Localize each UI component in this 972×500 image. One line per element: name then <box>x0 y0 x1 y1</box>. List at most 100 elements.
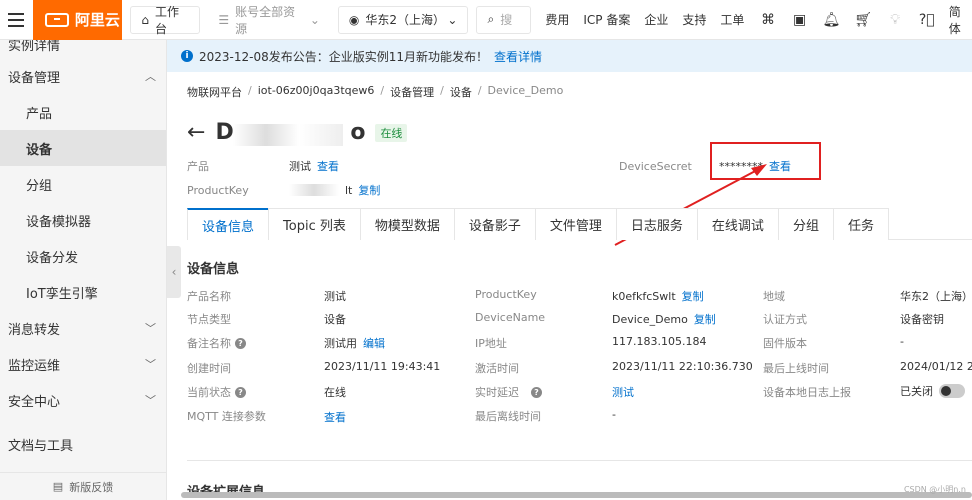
latency-test-link[interactable]: 测试 <box>612 384 634 400</box>
section-title: 设备信息 <box>187 262 240 277</box>
field-label: 产品名称 <box>187 290 231 303</box>
field-label: 固件版本 <box>763 337 807 350</box>
workbench-button[interactable]: ⌂ 工作台 <box>130 5 201 36</box>
language-switch[interactable]: 简体 <box>949 3 972 37</box>
field-label: 地域 <box>763 290 785 303</box>
tab-group[interactable]: 分组 <box>777 208 834 240</box>
aliyun-logo[interactable]: 阿里云 <box>32 0 123 40</box>
field-value: Device_Demo 复制 <box>612 311 716 327</box>
tab-device-shadow[interactable]: 设备影子 <box>453 208 536 240</box>
sidebar-item-security-center[interactable]: 安全中心 ﹀ <box>0 382 166 418</box>
top-bar: 阿里云 ⌂ 工作台 ☰ 账号全部资源 ⌄ ◉ 华东2（上海） ⌄ ⌕ 搜 费用 … <box>0 0 972 40</box>
question-icon[interactable]: ? <box>531 386 542 398</box>
field-label: 最后离线时间 <box>475 410 541 423</box>
field-value: 华东2（上海） <box>900 290 972 303</box>
chevron-down-icon: ⌄ <box>447 12 458 27</box>
sidebar-item-monitoring[interactable]: 监控运维 ﹀ <box>0 346 166 382</box>
field-value: 已关闭 <box>900 383 965 399</box>
question-icon[interactable]: ? <box>235 386 246 398</box>
sidebar-collapse-handle[interactable]: ‹ <box>167 246 181 298</box>
tab-topic-list[interactable]: Topic 列表 <box>268 208 361 240</box>
sidebar-item-device-distribution[interactable]: 设备分发 <box>0 238 166 274</box>
link-ticket[interactable]: 工单 <box>720 11 744 28</box>
main-content: i 2023-12-08发布公告：企业版实例11月新功能发布！ 查看详情 物联网… <box>167 40 972 500</box>
field-label: MQTT 连接参数 <box>187 410 266 423</box>
field-label: 认证方式 <box>763 313 807 326</box>
question-icon[interactable]: ? <box>235 337 246 349</box>
logo-icon <box>44 12 69 27</box>
field-value: 2024/01/12 22:2 <box>900 360 972 373</box>
field-label: 当前状态? <box>187 384 246 400</box>
field-label: 实时延迟? <box>475 384 542 400</box>
horizontal-scrollbar[interactable] <box>181 492 972 498</box>
field-value: 在线 <box>324 386 346 399</box>
chevron-down-icon: ﹀ <box>145 394 156 407</box>
sidebar-item-device[interactable]: 设备 <box>0 130 166 166</box>
field-value: 设备 <box>324 313 346 326</box>
bell-icon[interactable]: 🔔︎ <box>823 12 841 28</box>
feedback-icon: ▤ <box>52 480 64 493</box>
chevron-left-icon: ‹ <box>171 265 177 279</box>
field-label: 备注名称? <box>187 335 246 351</box>
field-value: - <box>900 335 904 348</box>
tab-thing-model[interactable]: 物模型数据 <box>359 208 455 240</box>
field-value: 2023/11/11 19:43:41 <box>324 360 441 373</box>
field-value: - <box>612 408 616 421</box>
field-label: 设备本地日志上报 <box>763 386 851 399</box>
sidebar-item-device-simulator[interactable]: 设备模拟器 <box>0 202 166 238</box>
code-icon[interactable]: ⌘ <box>760 12 775 28</box>
tab-device-info[interactable]: 设备信息 <box>187 208 270 240</box>
menu-icon[interactable] <box>0 0 33 40</box>
link-icp[interactable]: ICP 备案 <box>583 11 630 28</box>
sidebar-item-product[interactable]: 产品 <box>0 94 166 130</box>
chevron-down-icon: ⌄ <box>309 12 320 27</box>
productkey-copy-link[interactable]: 复制 <box>682 288 704 304</box>
tab-online-debug[interactable]: 在线调试 <box>696 208 779 240</box>
divider <box>187 460 972 461</box>
feedback-button[interactable]: ▤ 新版反馈 <box>0 472 166 500</box>
field-value: 测试用 编辑 <box>324 335 385 351</box>
list-icon: ☰ <box>218 12 230 27</box>
region-select[interactable]: ◉ 华东2（上海） ⌄ <box>337 5 469 34</box>
tab-task[interactable]: 任务 <box>832 208 889 240</box>
field-label: 最后上线时间 <box>763 362 829 375</box>
chevron-up-icon: ︿ <box>145 70 156 83</box>
sidebar-item-device-management[interactable]: 设备管理 ︿ <box>0 58 166 94</box>
sidebar-item-message-forwarding[interactable]: 消息转发 ﹀ <box>0 310 166 346</box>
field-value: 2023/11/11 22:10:36.730 <box>612 360 753 373</box>
sidebar-item-docs-tools[interactable]: 文档与工具 <box>0 426 166 462</box>
account-scope-select[interactable]: ☰ 账号全部资源 ⌄ <box>208 5 330 36</box>
annotation-arrow <box>614 164 767 246</box>
field-value: 117.183.105.184 <box>612 335 707 348</box>
link-billing[interactable]: 费用 <box>545 11 569 28</box>
mqtt-view-link[interactable]: 查看 <box>324 409 346 425</box>
field-label: 节点类型 <box>187 313 231 326</box>
search-input[interactable]: ⌕ 搜 <box>476 5 532 34</box>
field-value: 测试 <box>324 290 346 303</box>
tab-file-management[interactable]: 文件管理 <box>534 208 617 240</box>
location-icon: ◉ <box>348 12 360 27</box>
chevron-down-icon: ﹀ <box>145 322 156 335</box>
sidebar-item-group[interactable]: 分组 <box>0 166 166 202</box>
edit-note-link[interactable]: 编辑 <box>363 335 385 351</box>
bulb-icon[interactable]: 💡︎ <box>887 12 902 28</box>
field-label: IP地址 <box>475 337 507 350</box>
link-enterprise[interactable]: 企业 <box>644 11 668 28</box>
link-support[interactable]: 支持 <box>682 11 706 28</box>
help-icon[interactable]: ?⃝ <box>919 12 935 28</box>
sidebar-item-iot-twin[interactable]: IoT孪生引擎 <box>0 274 166 310</box>
tab-log-service[interactable]: 日志服务 <box>615 208 698 240</box>
field-value: 设备密钥 <box>900 313 944 326</box>
tab-bar: 设备信息 Topic 列表 物模型数据 设备影子 文件管理 日志服务 在线调试 … <box>187 208 972 240</box>
home-icon: ⌂ <box>141 12 149 27</box>
chevron-down-icon: ﹀ <box>145 358 156 371</box>
cart-icon[interactable]: 🛒︎ <box>855 12 873 28</box>
devicename-copy-link[interactable]: 复制 <box>694 311 716 327</box>
field-label: 创建时间 <box>187 362 231 375</box>
terminal-icon[interactable]: ▣ <box>792 12 807 28</box>
log-report-toggle[interactable] <box>939 384 965 398</box>
search-icon: ⌕ <box>487 12 495 26</box>
sidebar-item-instance-detail[interactable]: 实例详情 <box>0 40 166 54</box>
field-label: 激活时间 <box>475 362 519 375</box>
field-value: k0efkfcSwlt 复制 <box>612 288 704 304</box>
